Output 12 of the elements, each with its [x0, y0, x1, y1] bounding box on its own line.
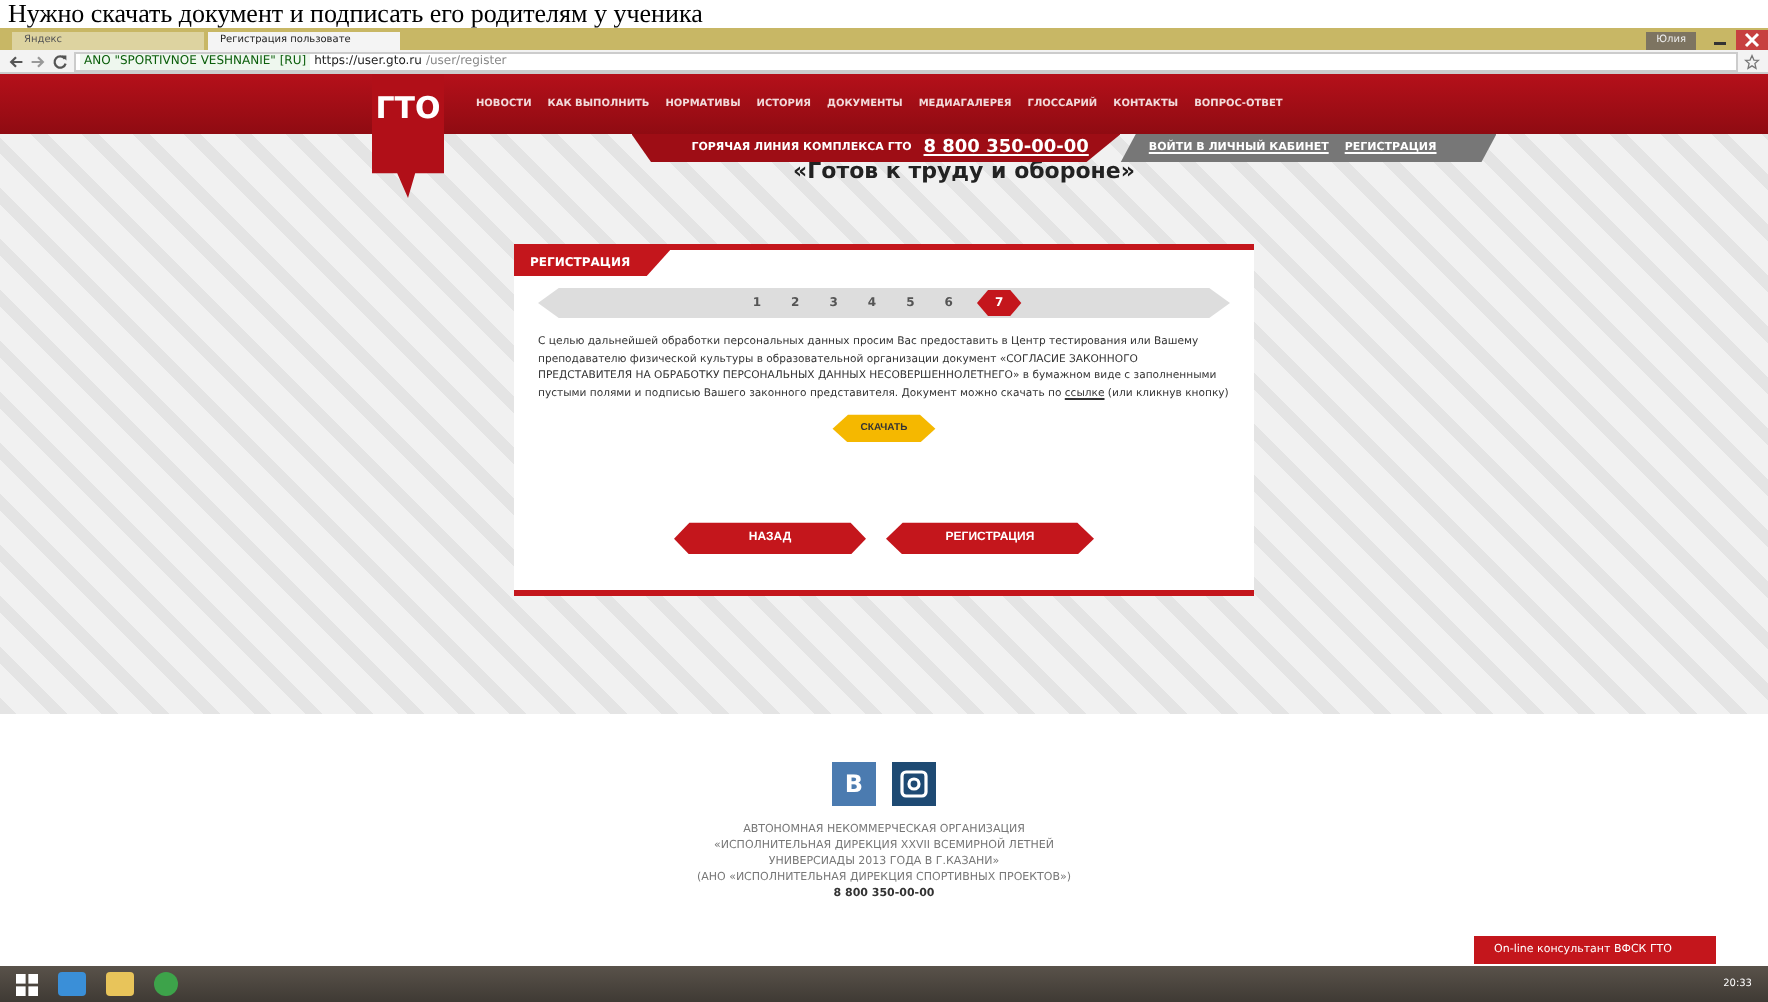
reload-icon[interactable] [52, 53, 68, 69]
logo[interactable]: ГТО [372, 74, 444, 198]
star-icon[interactable] [1744, 53, 1760, 69]
vk-button[interactable]: В [832, 762, 876, 806]
forward-icon[interactable] [30, 53, 46, 69]
windows-icon[interactable] [16, 973, 38, 995]
close-icon[interactable] [1736, 30, 1768, 50]
caption-text: Нужно скачать документ и подписать его родителям у ученика [6, 0, 703, 28]
slogan-text: «Готов к труду и обороне» [793, 158, 1135, 184]
hotline-phone[interactable]: 8 800 350-00-00 [923, 138, 1089, 158]
camera-icon[interactable] [892, 762, 936, 806]
back-icon[interactable] [8, 53, 24, 69]
